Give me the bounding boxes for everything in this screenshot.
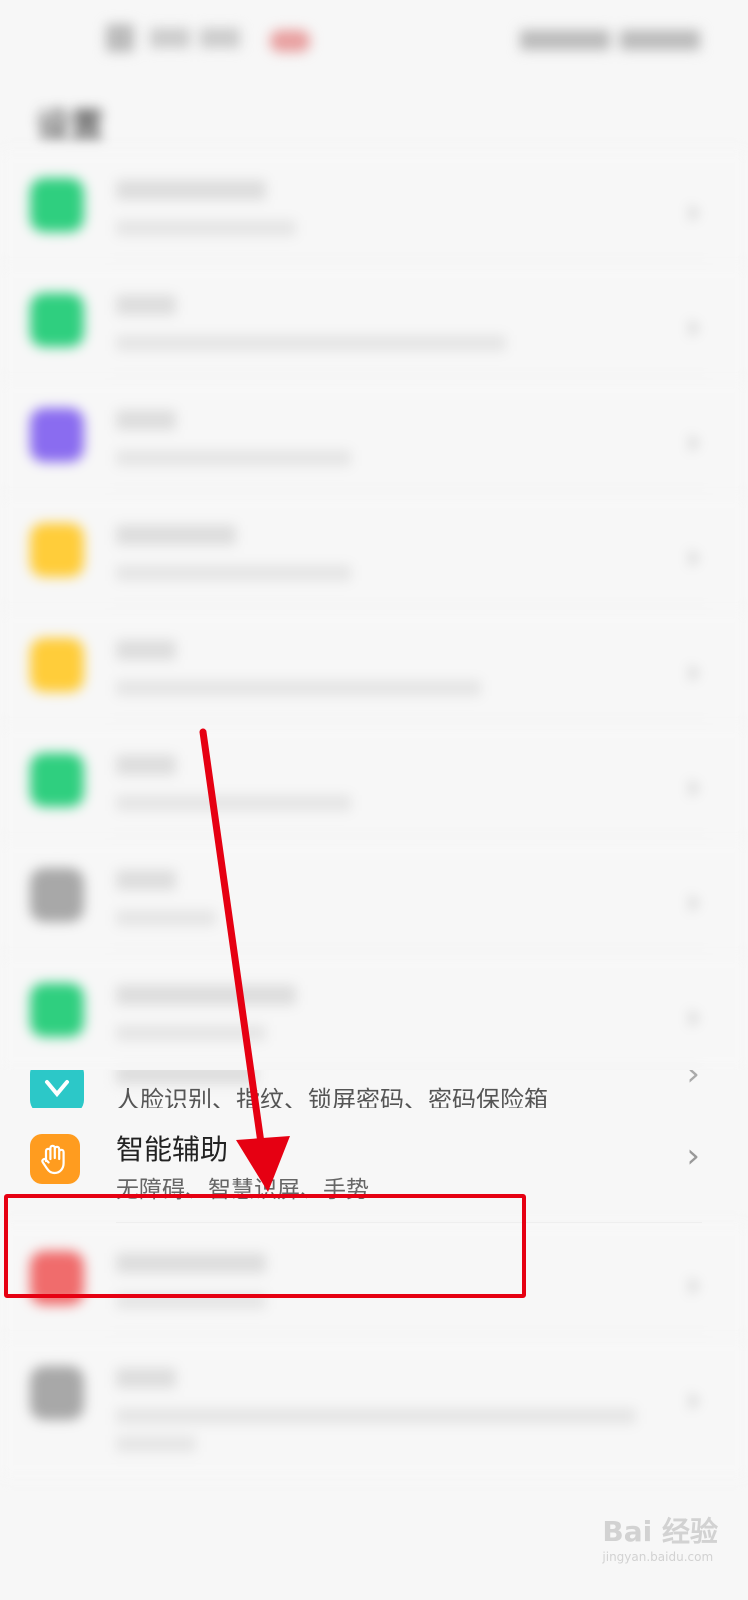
list-item-subtitle [116, 565, 351, 581]
list-item[interactable]: › [0, 725, 748, 840]
sound-icon [30, 408, 84, 462]
list-item[interactable]: › [0, 495, 748, 610]
page-title: 设置 [36, 106, 104, 146]
list-item-subtitle [116, 220, 296, 236]
list-item-title [116, 985, 296, 1005]
chevron-right-icon: › [686, 422, 700, 462]
chevron-right-icon: › [686, 1265, 700, 1305]
time [620, 30, 700, 50]
battery-icon [520, 30, 610, 50]
chevron-right-icon: › [686, 192, 700, 232]
notification-icon [270, 30, 310, 52]
list-item-title [116, 180, 266, 200]
chevron-right-icon: › [686, 882, 700, 922]
wifi-icon [200, 28, 240, 48]
desktop-icon [30, 178, 84, 232]
list-item[interactable]: › [0, 610, 748, 725]
list-item-title [116, 755, 176, 775]
list-item-subtitle [116, 680, 481, 696]
list-item-subtitle [116, 335, 506, 351]
chevron-right-icon: › [686, 652, 700, 692]
chevron-right-icon: › [686, 767, 700, 807]
list-item-title [116, 870, 176, 890]
highlight-box [4, 1194, 526, 1298]
chevron-right-icon: › [686, 307, 700, 347]
list-item[interactable]: › [0, 380, 748, 495]
list-item[interactable]: › [0, 840, 748, 955]
list-item-title [116, 525, 236, 545]
list-item[interactable]: › [0, 1338, 748, 1478]
list-item-title [116, 1368, 176, 1388]
chevron-right-icon: › [686, 1380, 700, 1420]
list-item-title: 智能辅助 [116, 1133, 229, 1166]
list-item-title [116, 640, 176, 660]
list-item-subtitle [116, 1436, 196, 1452]
status-bar [0, 0, 748, 80]
display-icon [30, 293, 84, 347]
notification-center-icon [30, 523, 84, 577]
signal-icon [150, 28, 190, 48]
list-item-subtitle [116, 1025, 266, 1041]
chevron-right-icon: › [686, 537, 700, 577]
list-item-subtitle [116, 1408, 636, 1424]
chevron-right-icon: › [686, 1070, 700, 1094]
apps-icon [30, 638, 84, 692]
battery-icon [30, 753, 84, 807]
digital-balance-icon [30, 983, 84, 1037]
list-item-subtitle [116, 795, 351, 811]
chevron-right-icon: › [686, 997, 700, 1037]
hand-icon [30, 1134, 80, 1184]
chevron-right-icon[interactable]: › [686, 1136, 700, 1176]
list-item[interactable]: › [0, 265, 748, 380]
watermark: Bai 经验 jingyan.baidu.com [602, 1515, 718, 1564]
list-item-title [116, 410, 176, 430]
carrier-icon [106, 24, 134, 52]
list-item[interactable]: › [0, 150, 748, 265]
system-icon [30, 1366, 84, 1420]
list-item-subtitle [116, 910, 216, 926]
list-item[interactable]: › [0, 955, 748, 1070]
list-item-title [116, 295, 176, 315]
list-item-subtitle [116, 450, 351, 466]
storage-icon [30, 868, 84, 922]
